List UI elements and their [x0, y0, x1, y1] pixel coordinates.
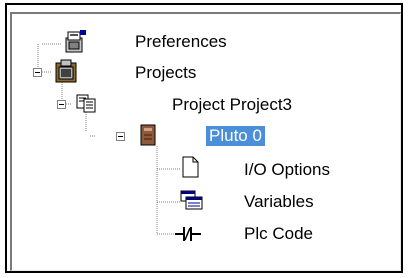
collapse-toggle-projects[interactable] [33, 68, 42, 77]
tree-view[interactable]: Preferences Projects Project Project3 Pl… [10, 12, 401, 271]
tree-item-label[interactable]: Project Project3 [172, 95, 292, 115]
variables-windows-icon[interactable] [180, 190, 204, 217]
document-icon[interactable] [182, 156, 200, 183]
tree-item-label[interactable]: Projects [135, 63, 196, 83]
preferences-icon[interactable] [62, 30, 88, 59]
tree-item-label[interactable]: Variables [244, 192, 314, 212]
projects-clipboard-icon[interactable] [54, 58, 80, 89]
collapse-toggle-project3[interactable] [57, 100, 66, 109]
collapse-toggle-pluto[interactable] [116, 132, 125, 141]
project-copy-icon[interactable] [76, 94, 98, 119]
tree-item-label[interactable]: Preferences [135, 32, 227, 52]
plc-device-icon[interactable] [137, 124, 159, 151]
tree-item-label[interactable]: Plc Code [244, 224, 313, 244]
tree-item-label-selected[interactable]: Pluto 0 [206, 126, 265, 146]
ladder-contact-icon[interactable] [174, 225, 202, 248]
tree-item-label[interactable]: I/O Options [244, 160, 330, 180]
